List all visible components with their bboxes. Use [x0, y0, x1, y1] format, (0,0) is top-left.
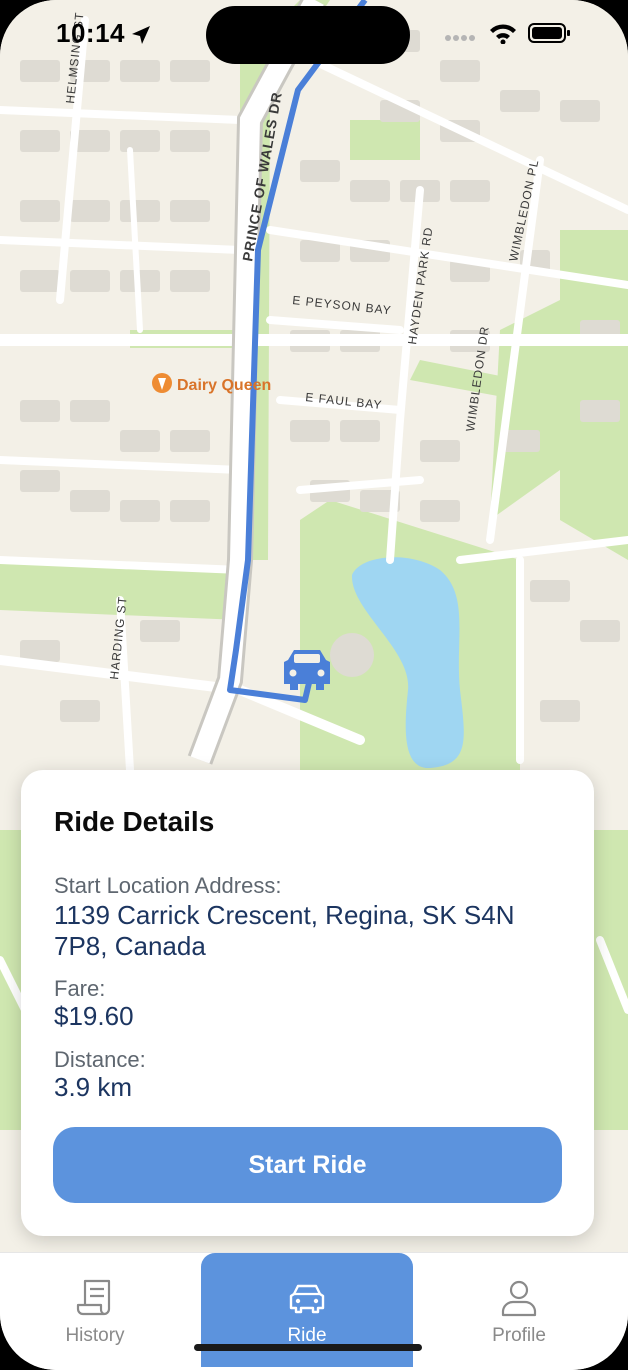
phone-screen: Dairy Queen PRINCE OF WALES DR E PEYSON … [0, 0, 628, 1370]
distance-label: Distance: [54, 1047, 146, 1072]
start-location-value: 1139 Carrick Crescent, Regina, SK S4N 7P… [54, 900, 515, 961]
ride-details-card: Ride Details Start Location Address: 113… [21, 770, 594, 1236]
signal-dots-icon [445, 35, 475, 41]
fare-label: Fare: [54, 976, 106, 1001]
tab-label: History [65, 1325, 125, 1346]
home-indicator[interactable] [194, 1344, 422, 1351]
distance-value: 3.9 km [54, 1072, 133, 1102]
dynamic-island [206, 6, 410, 64]
card-title: Ride Details [54, 806, 215, 837]
fare-value: $19.60 [54, 1001, 134, 1031]
status-time: 10:14 [56, 18, 125, 48]
poi-label[interactable]: Dairy Queen [177, 377, 271, 394]
tab-label: Profile [492, 1325, 546, 1346]
tab-profile[interactable]: Profile [444, 1253, 594, 1370]
status-bar: 10:14 [0, 0, 628, 70]
start-ride-button[interactable]: Start Ride [53, 1127, 562, 1203]
start-location-label: Start Location Address: [54, 873, 282, 898]
car-icon [289, 1284, 325, 1314]
location-arrow-icon [132, 26, 150, 44]
person-icon [501, 1280, 537, 1317]
car-marker-icon[interactable] [284, 650, 330, 690]
receipt-icon [76, 1279, 111, 1316]
tab-history[interactable]: History [20, 1253, 170, 1370]
tab-bar: History Ride Profile [0, 1252, 628, 1370]
poi-pin-icon[interactable] [152, 373, 172, 393]
wifi-icon [490, 24, 516, 44]
battery-icon [528, 23, 570, 43]
